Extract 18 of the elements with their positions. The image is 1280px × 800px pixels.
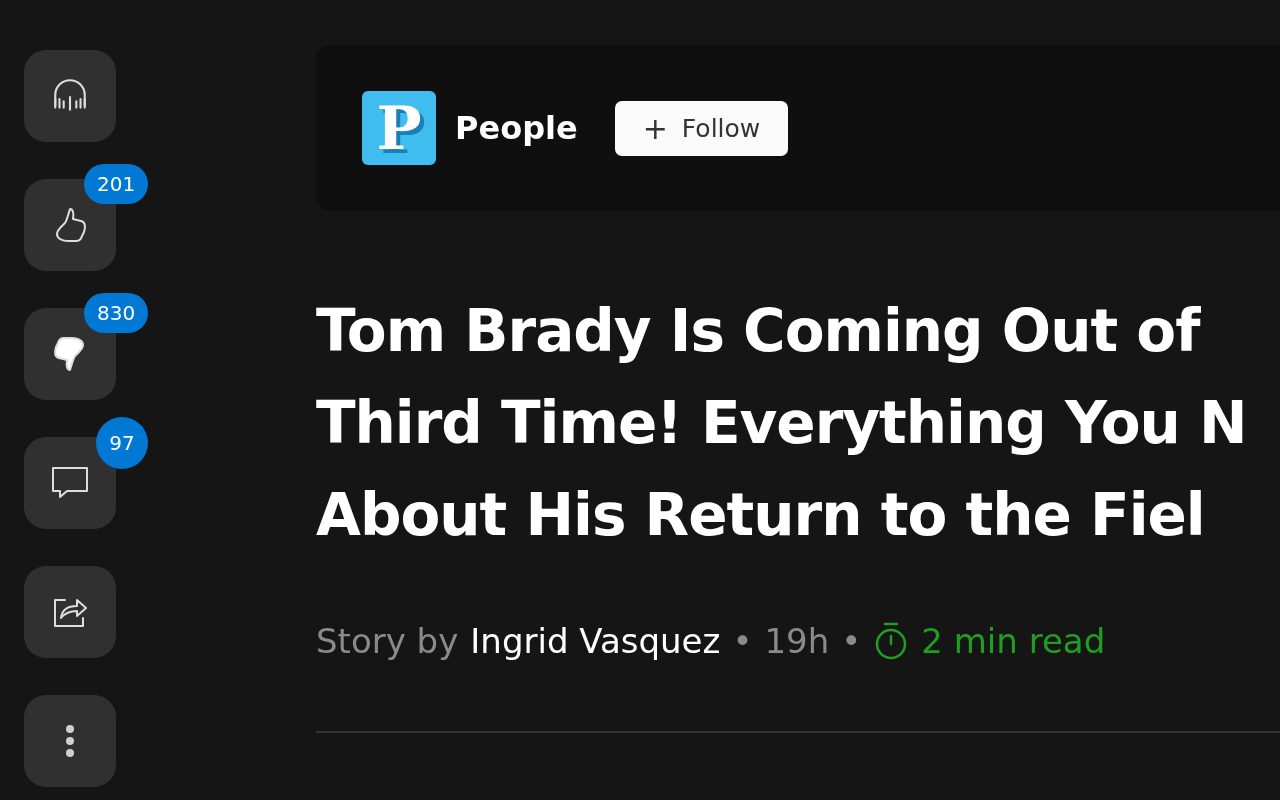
share-button[interactable] xyxy=(24,566,116,658)
article-title: Tom Brady Is Coming Out of Third Time! Everything You N About His Return to the Fiel xyxy=(316,296,1248,551)
byline-label: Story by xyxy=(316,621,459,661)
separator-dot: • xyxy=(732,621,753,661)
comment-icon xyxy=(50,465,90,501)
read-time: 2 min read xyxy=(921,621,1106,661)
listen-button[interactable] xyxy=(24,50,116,142)
count-badge: 97 xyxy=(96,417,148,469)
publish-time: 19h xyxy=(764,621,830,661)
more-button[interactable] xyxy=(24,695,116,787)
count-badge: 830 xyxy=(84,293,149,333)
count-badge: 201 xyxy=(84,164,149,204)
separator-dot: • xyxy=(841,621,862,661)
follow-button[interactable]: + Follow xyxy=(614,100,789,156)
publisher-name[interactable]: People xyxy=(455,109,578,147)
more-options-icon xyxy=(65,724,75,758)
author-name[interactable]: Ingrid Vasquez xyxy=(470,621,721,661)
publisher-logo: P xyxy=(362,91,436,165)
